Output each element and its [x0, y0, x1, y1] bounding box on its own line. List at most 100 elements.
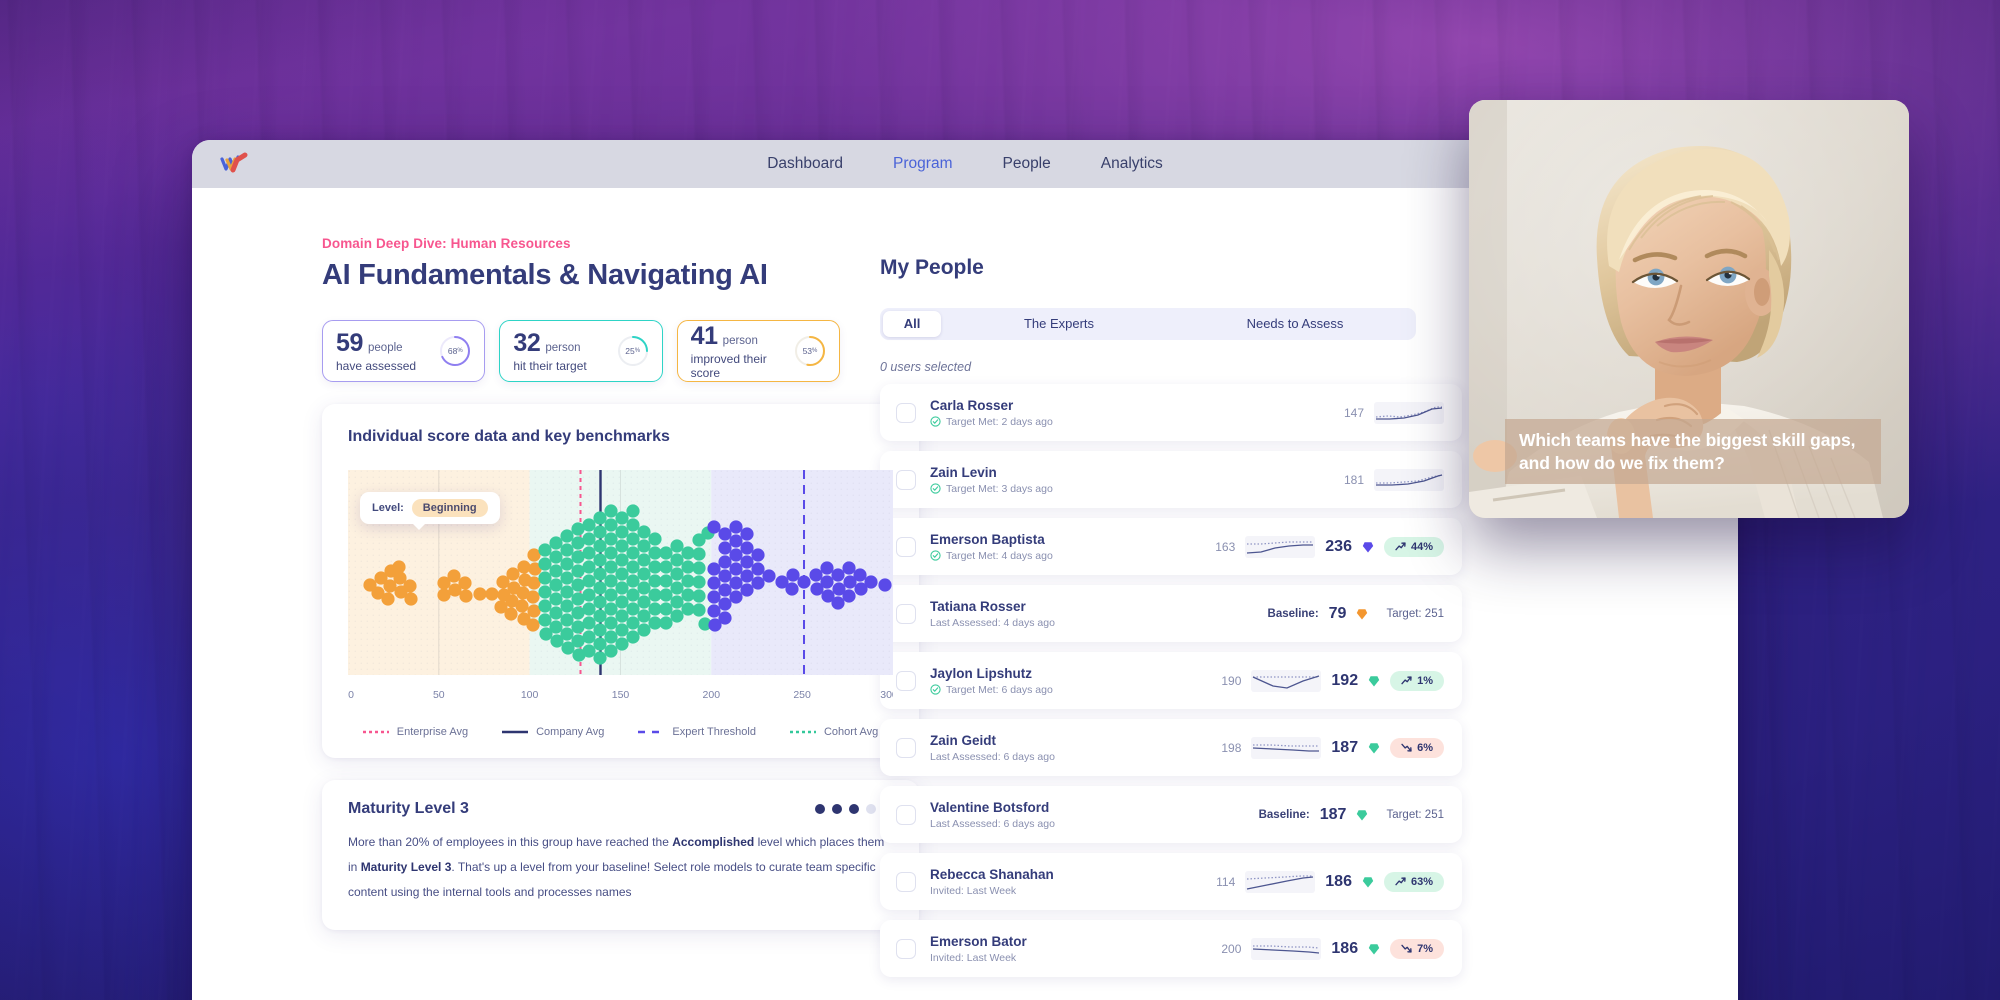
sparkline-icon	[1251, 736, 1322, 759]
tab-all[interactable]: All	[883, 311, 941, 337]
xtick-50: 50	[433, 689, 445, 701]
list-item[interactable]: Carla Rosser Target Met: 2 days ago 147	[880, 384, 1462, 441]
person-name: Jaylon Lipshutz	[930, 665, 1033, 681]
list-item[interactable]: Emerson Baptista Target Met: 4 days ago …	[880, 518, 1462, 575]
list-item[interactable]: Zain Levin Target Met: 3 days ago 181	[880, 451, 1462, 508]
xtick-0: 0	[348, 689, 354, 701]
list-item[interactable]: Tatiana Rosser Last Assessed: 4 days ago…	[880, 585, 1462, 642]
badge-value: 1%	[1417, 674, 1433, 687]
row-checkbox[interactable]	[896, 402, 916, 423]
person-name: Zain Levin	[930, 464, 997, 480]
status-badge: 44%	[1383, 536, 1444, 557]
tooltip-label: Level:	[372, 502, 404, 514]
person-status-text: Last Assessed: 6 days ago	[930, 750, 1055, 763]
person-status-text: Last Assessed: 6 days ago	[930, 817, 1055, 830]
person-metrics: 114 186 63%	[1216, 870, 1444, 893]
person-baseline-score: 198	[1221, 740, 1242, 755]
stat-card-improved[interactable]: 41 person improved their score 53%	[676, 320, 840, 382]
person-info: Tatiana Rosser Last Assessed: 4 days ago	[930, 599, 1268, 629]
nav-link-program[interactable]: Program	[887, 152, 958, 176]
score-chart-panel: Individual score data and key benchmarks	[322, 404, 919, 758]
row-checkbox[interactable]	[896, 737, 916, 758]
list-item[interactable]: Jaylon Lipshutz Target Met: 6 days ago 1…	[880, 652, 1462, 709]
video-overlay-card[interactable]: Which teams have the biggest skill gaps,…	[1469, 100, 1909, 518]
legend-item-expert-threshold[interactable]: Expert Threshold	[638, 726, 756, 738]
row-checkbox[interactable]	[896, 938, 916, 959]
stat-ring-pct: 53	[802, 346, 813, 356]
person-name: Rebecca Shanahan	[930, 866, 1054, 882]
row-checkbox[interactable]	[896, 871, 916, 892]
person-metrics: Baseline: 187 Target: 251	[1259, 806, 1444, 824]
person-current-score: 192	[1331, 671, 1359, 689]
person-info: Zain Geidt Last Assessed: 6 days ago	[930, 733, 1221, 763]
maturity-dot-1	[815, 804, 825, 814]
baseline-label: Baseline:	[1258, 808, 1310, 821]
chart-title: Individual score data and key benchmarks	[348, 428, 670, 445]
trend-down-icon	[1401, 944, 1412, 953]
row-checkbox[interactable]	[896, 804, 916, 825]
list-item[interactable]: Zain Geidt Last Assessed: 6 days ago 198…	[880, 719, 1462, 776]
beeswarm-chart[interactable]: 0 50 100 150 200 250 300 Level: Beginnin…	[348, 470, 893, 710]
person-metrics: 163 236 44%	[1215, 535, 1444, 558]
trend-down-icon	[1401, 743, 1412, 752]
person-name: Emerson Bator	[930, 933, 1027, 949]
person-name: Tatiana Rosser	[930, 598, 1026, 614]
nav-link-analytics[interactable]: Analytics	[1095, 152, 1169, 176]
list-item[interactable]: Valentine Botsford Last Assessed: 6 days…	[880, 786, 1462, 843]
stat-number: 41	[690, 322, 718, 350]
breadcrumb-eyebrow: Domain Deep Dive: Human Resources	[322, 236, 571, 251]
person-status: Target Met: 6 days ago	[930, 684, 1221, 696]
row-checkbox[interactable]	[896, 603, 916, 624]
legend-swatch-dotted-pink	[362, 730, 389, 734]
check-circle-icon	[930, 550, 941, 561]
person-current-score: 186	[1325, 872, 1352, 890]
badge-value: 6%	[1417, 741, 1433, 754]
person-baseline-score: 190	[1221, 673, 1242, 688]
person-current-score: 236	[1325, 537, 1352, 555]
sparkline-icon	[1245, 535, 1316, 558]
person-status: Last Assessed: 6 days ago	[930, 818, 1259, 830]
person-status: Invited: Last Week	[930, 952, 1221, 964]
row-checkbox[interactable]	[896, 536, 916, 557]
person-info: Jaylon Lipshutz Target Met: 6 days ago	[930, 666, 1221, 696]
list-item[interactable]: Emerson Bator Invited: Last Week 200 186	[880, 920, 1462, 977]
nav-link-people[interactable]: People	[996, 152, 1056, 176]
stat-card-text: 59 people have assessed	[336, 329, 439, 373]
row-checkbox[interactable]	[896, 670, 916, 691]
stat-unit: person	[545, 342, 581, 354]
person-status-text: Invited: Last Week	[930, 951, 1017, 964]
summary-stat-cards: 59 people have assessed 68% 32 person hi…	[322, 320, 840, 382]
xtick-100: 100	[521, 689, 539, 701]
maturity-text-1: More than 20% of employees in this group…	[348, 835, 673, 849]
legend-item-enterprise-avg[interactable]: Enterprise Avg	[362, 726, 468, 738]
tab-needs-to-assess[interactable]: Needs to Assess	[1177, 311, 1413, 337]
legend-swatch-dotted-green	[789, 730, 816, 734]
maturity-bold-accomplished: Accomplished	[672, 835, 755, 849]
stat-progress-ring: 68%	[439, 335, 471, 367]
person-info: Carla Rosser Target Met: 2 days ago	[930, 398, 1344, 428]
person-status: Target Met: 3 days ago	[930, 483, 1344, 495]
stat-card-assessed[interactable]: 59 people have assessed 68%	[322, 320, 486, 382]
stat-card-target[interactable]: 32 person hit their target 25%	[499, 320, 663, 382]
stat-progress-ring: 53%	[794, 335, 826, 367]
tooltip-value: Beginning	[411, 499, 488, 517]
person-name: Emerson Baptista	[930, 531, 1045, 547]
stat-card-text: 32 person hit their target	[513, 329, 616, 373]
tab-the-experts[interactable]: The Experts	[941, 311, 1177, 337]
person-metrics: 200 186 7%	[1221, 937, 1444, 960]
person-baseline-score: 163	[1215, 539, 1236, 554]
gem-icon-green	[1357, 809, 1368, 820]
nav-link-dashboard[interactable]: Dashboard	[761, 152, 849, 176]
list-item[interactable]: Rebecca Shanahan Invited: Last Week 114 …	[880, 853, 1462, 910]
person-baseline-value: 79	[1328, 604, 1347, 622]
sparkline-icon	[1251, 669, 1322, 692]
person-name: Valentine Botsford	[930, 799, 1050, 815]
baseline-label: Baseline:	[1267, 607, 1319, 620]
person-status-text: Target Met: 3 days ago	[946, 482, 1053, 495]
row-checkbox[interactable]	[896, 469, 916, 490]
person-metrics: 198 187 6%	[1221, 736, 1444, 759]
legend-item-company-avg[interactable]: Company Avg	[502, 726, 604, 738]
maturity-title: Maturity Level 3	[348, 800, 469, 817]
stat-ring-pct: 25	[625, 346, 635, 356]
person-metrics: 147	[1344, 401, 1444, 424]
